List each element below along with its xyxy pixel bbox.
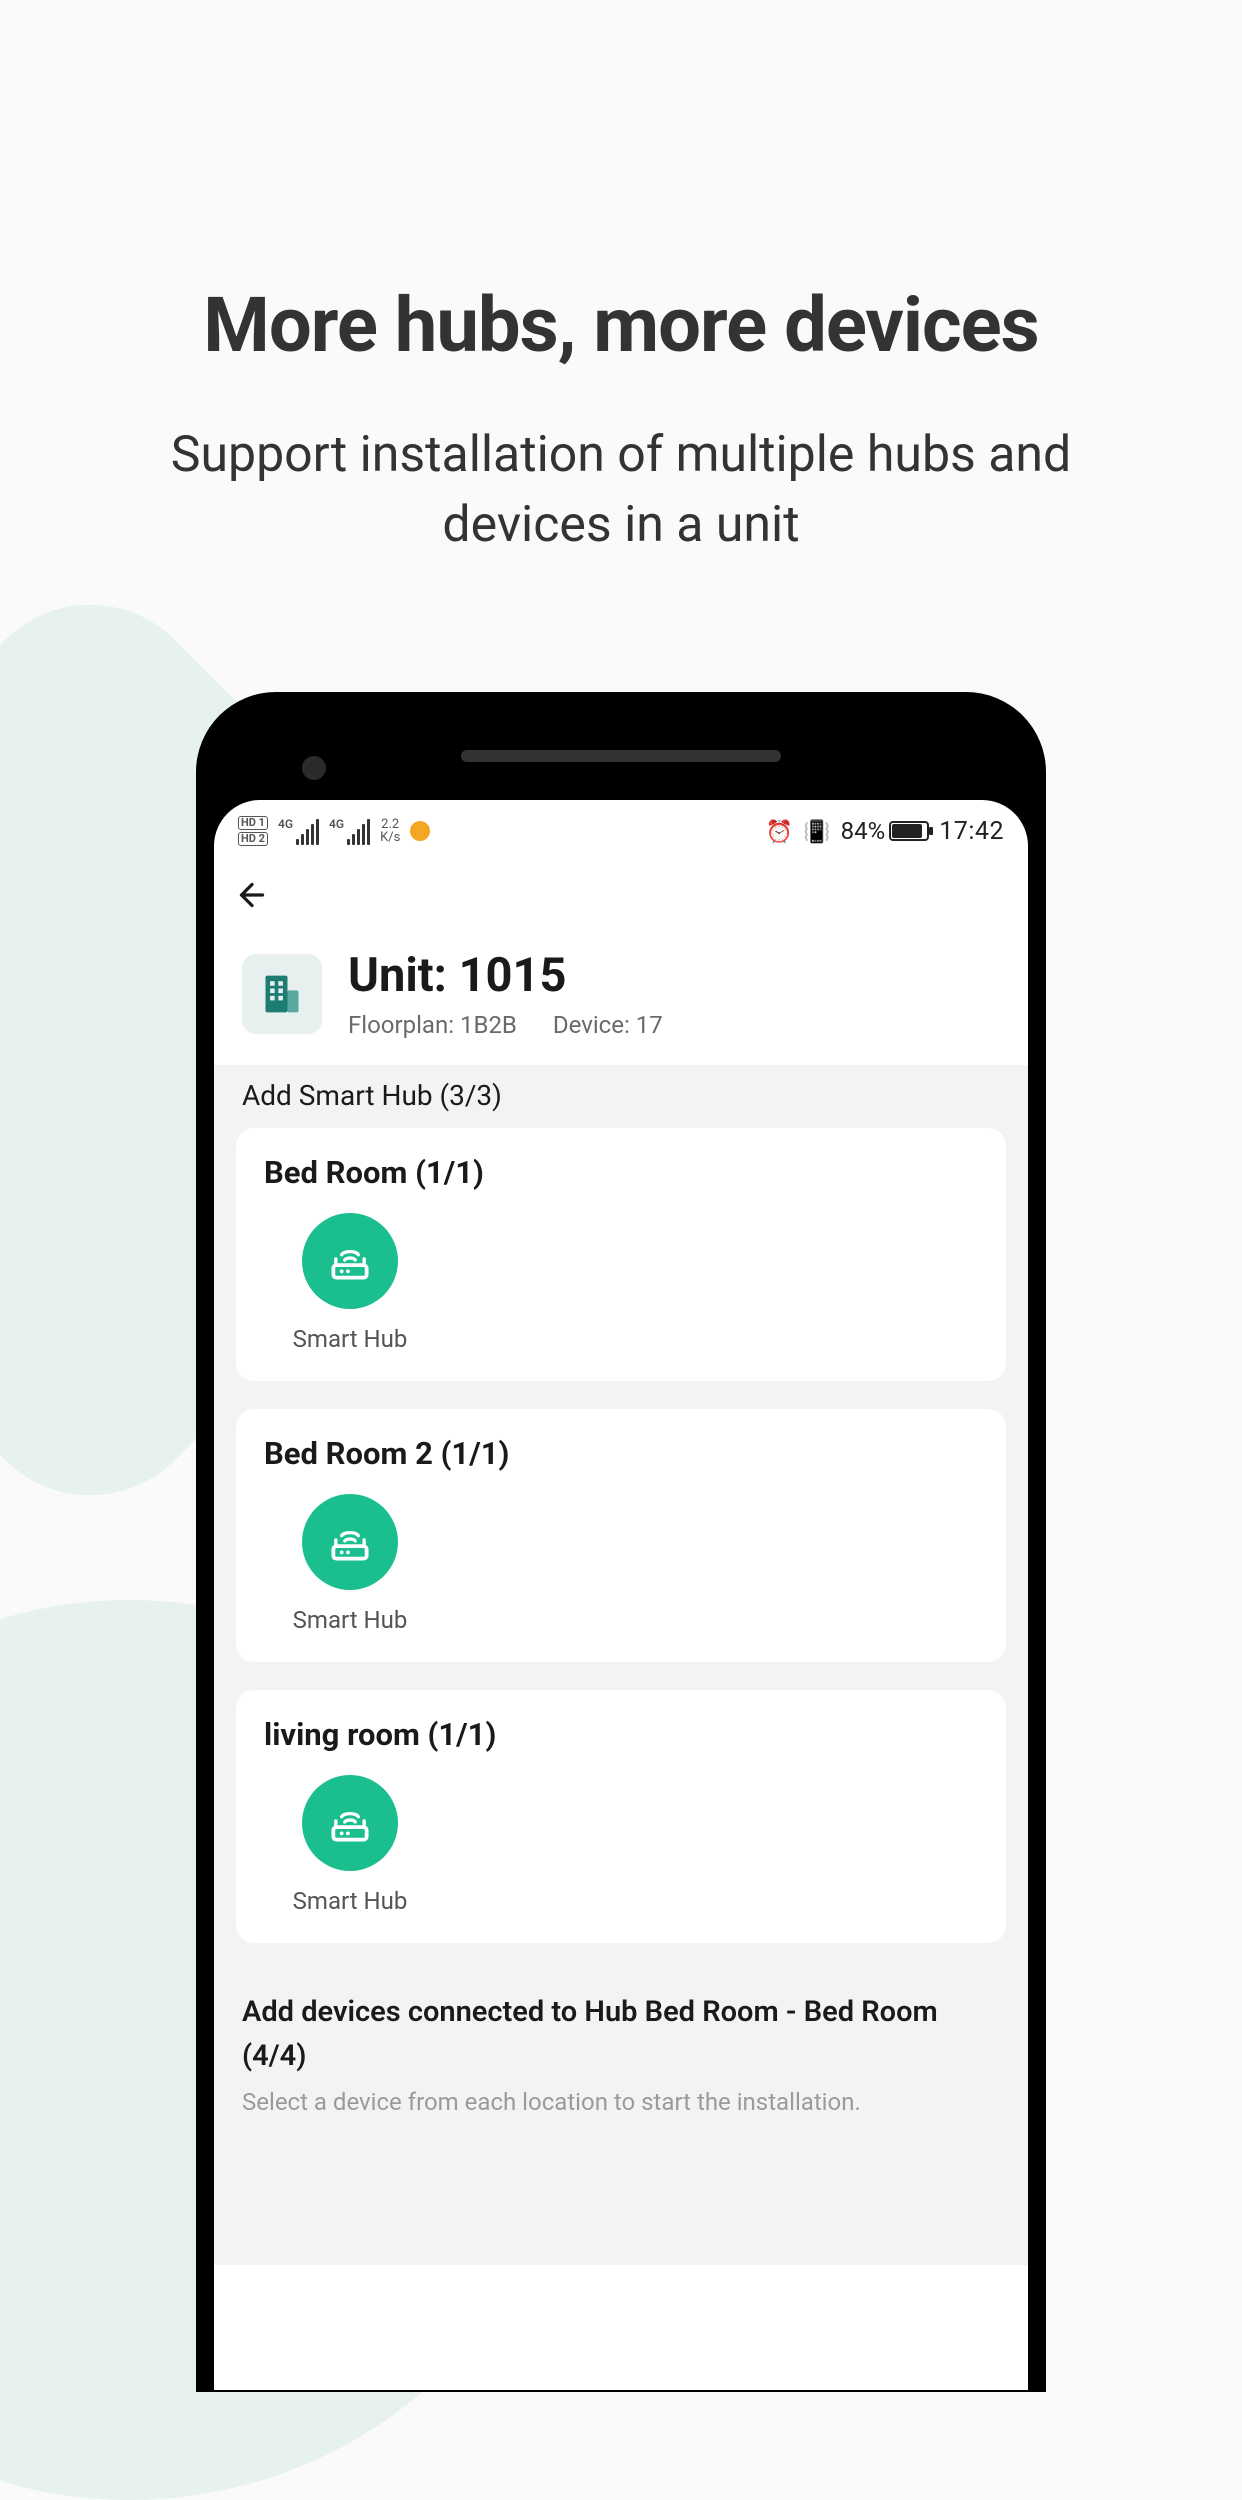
battery-icon xyxy=(889,821,929,841)
nav-bar xyxy=(214,858,1028,932)
phone-screen: HD 1 HD 2 4G 4G 2.2 K/s xyxy=(214,800,1028,2390)
status-bar: HD 1 HD 2 4G 4G 2.2 K/s xyxy=(214,804,1028,858)
add-devices-section-help: Select a device from each location to st… xyxy=(214,2084,1028,2116)
smart-hub-icon xyxy=(302,1494,398,1590)
marketing-title: More hubs, more devices xyxy=(120,280,1122,370)
battery-indicator: 84% xyxy=(841,817,930,845)
arrow-left-icon xyxy=(234,877,270,913)
hd-badge-2: HD 2 xyxy=(238,832,268,846)
floorplan-label: Floorplan: 1B2B xyxy=(348,1011,517,1039)
back-button[interactable] xyxy=(232,875,272,915)
clock-time: 17:42 xyxy=(939,817,1004,846)
vibrate-icon xyxy=(803,817,830,845)
building-icon xyxy=(242,954,322,1034)
speed-unit: K/s xyxy=(380,831,400,844)
smart-hub-icon xyxy=(302,1213,398,1309)
smart-hub-label: Smart Hub xyxy=(293,1606,408,1634)
hd-badges: HD 1 HD 2 xyxy=(238,816,268,846)
battery-percentage: 84% xyxy=(841,817,886,845)
smart-hub-icon xyxy=(302,1775,398,1871)
unit-info: Unit: 1015 Floorplan: 1B2B Device: 17 xyxy=(348,948,663,1039)
status-right: 84% 17:42 xyxy=(766,817,1004,846)
hd-badge-1: HD 1 xyxy=(238,816,268,830)
room-title: living room (1/1) xyxy=(264,1716,978,1753)
smart-hub-label: Smart Hub xyxy=(293,1325,408,1353)
smart-hub-item[interactable]: Smart Hub xyxy=(280,1213,420,1353)
signal-group-2: 4G xyxy=(329,817,370,845)
alarm-icon xyxy=(766,817,793,845)
marketing-header: More hubs, more devices Support installa… xyxy=(0,0,1242,560)
status-notification-icon xyxy=(410,821,430,841)
phone-camera-dot xyxy=(302,756,326,780)
device-count-label: Device: 17 xyxy=(553,1011,663,1039)
phone-bezel-top xyxy=(214,710,1028,800)
network-speed: 2.2 K/s xyxy=(380,818,400,844)
room-card-living-room: living room (1/1) Smart Hub xyxy=(236,1690,1006,1943)
unit-header: Unit: 1015 Floorplan: 1B2B Device: 17 xyxy=(214,932,1028,1065)
unit-meta: Floorplan: 1B2B Device: 17 xyxy=(348,1011,663,1039)
smart-hub-label: Smart Hub xyxy=(293,1887,408,1915)
signal-1-label: 4G xyxy=(278,817,293,831)
smart-hub-item[interactable]: Smart Hub xyxy=(280,1775,420,1915)
add-hub-section-label: Add Smart Hub (3/3) xyxy=(214,1065,1028,1128)
room-title: Bed Room 2 (1/1) xyxy=(264,1435,978,1472)
signal-bars-icon xyxy=(347,821,370,845)
room-title: Bed Room (1/1) xyxy=(264,1154,978,1191)
signal-group-1: 4G xyxy=(278,817,319,845)
status-left: HD 1 HD 2 4G 4G 2.2 K/s xyxy=(238,816,430,846)
room-card-bed-room: Bed Room (1/1) Smart Hub xyxy=(236,1128,1006,1381)
unit-title: Unit: 1015 xyxy=(348,948,663,1003)
marketing-subtitle: Support installation of multiple hubs an… xyxy=(120,420,1122,560)
phone-speaker-slot xyxy=(461,750,781,762)
content-scroll-area[interactable]: Add Smart Hub (3/3) Bed Room (1/1) xyxy=(214,1065,1028,2265)
signal-bars-icon xyxy=(296,821,319,845)
smart-hub-item[interactable]: Smart Hub xyxy=(280,1494,420,1634)
phone-frame: HD 1 HD 2 4G 4G 2.2 K/s xyxy=(196,692,1046,2392)
signal-2-label: 4G xyxy=(329,817,344,831)
add-devices-section-title: Add devices connected to Hub Bed Room - … xyxy=(214,1971,1028,2084)
room-card-bed-room-2: Bed Room 2 (1/1) Smart Hub xyxy=(236,1409,1006,1662)
